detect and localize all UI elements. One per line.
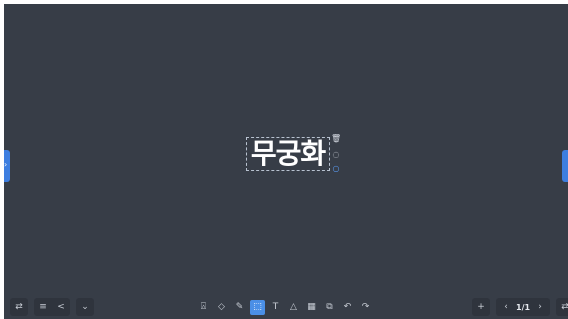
switch-icon[interactable]: ⇄ bbox=[10, 298, 28, 316]
prev-page-button[interactable]: ‹ bbox=[502, 298, 510, 316]
eraser-icon[interactable]: ◇ bbox=[214, 300, 229, 315]
lock-icon[interactable]: ⍓ bbox=[196, 300, 211, 315]
undo-icon[interactable]: ↶ bbox=[340, 300, 355, 315]
redo-icon[interactable]: ↷ bbox=[358, 300, 373, 315]
table-icon[interactable]: ▦ bbox=[304, 300, 319, 315]
chevron-right-icon: › bbox=[4, 160, 8, 169]
left-controls: ⇄ ≡ < ⌄ bbox=[10, 298, 94, 316]
text-box[interactable]: 무궁화 bbox=[246, 137, 330, 171]
select-icon[interactable]: ⬚ bbox=[250, 299, 265, 315]
menu-share-group: ≡ < bbox=[34, 298, 70, 316]
search-icon[interactable]: ○ bbox=[331, 164, 341, 174]
add-page-button[interactable]: + bbox=[472, 298, 490, 316]
right-panel-toggle[interactable] bbox=[562, 150, 568, 182]
page-navigator: ‹ 1/1 › bbox=[496, 298, 551, 316]
next-page-button[interactable]: › bbox=[536, 298, 544, 316]
toolbox-icon[interactable]: ⧉ bbox=[322, 300, 337, 315]
palette-icon[interactable]: ◌ bbox=[331, 150, 341, 160]
trash-icon[interactable]: 🗑 bbox=[331, 134, 341, 144]
share-icon[interactable]: < bbox=[52, 298, 70, 316]
whiteboard-canvas[interactable]: › 무궁화 🗑 ◌ ○ bbox=[4, 4, 568, 319]
tool-bar: ⍓ ◇ ✎ ⬚ T △ ▦ ⧉ ↶ ↷ bbox=[196, 298, 373, 316]
right-controls: + ‹ 1/1 › ⇄ bbox=[472, 298, 568, 316]
shape-icon[interactable]: △ bbox=[286, 300, 301, 315]
pen-icon[interactable]: ✎ bbox=[232, 300, 247, 315]
chevron-down-icon[interactable]: ⌄ bbox=[76, 298, 94, 316]
page-indicator: 1/1 bbox=[516, 302, 531, 312]
left-panel-toggle[interactable]: › bbox=[4, 150, 10, 182]
text-icon[interactable]: T bbox=[268, 300, 283, 315]
menu-icon[interactable]: ≡ bbox=[34, 298, 52, 316]
switch-icon[interactable]: ⇄ bbox=[556, 298, 568, 316]
